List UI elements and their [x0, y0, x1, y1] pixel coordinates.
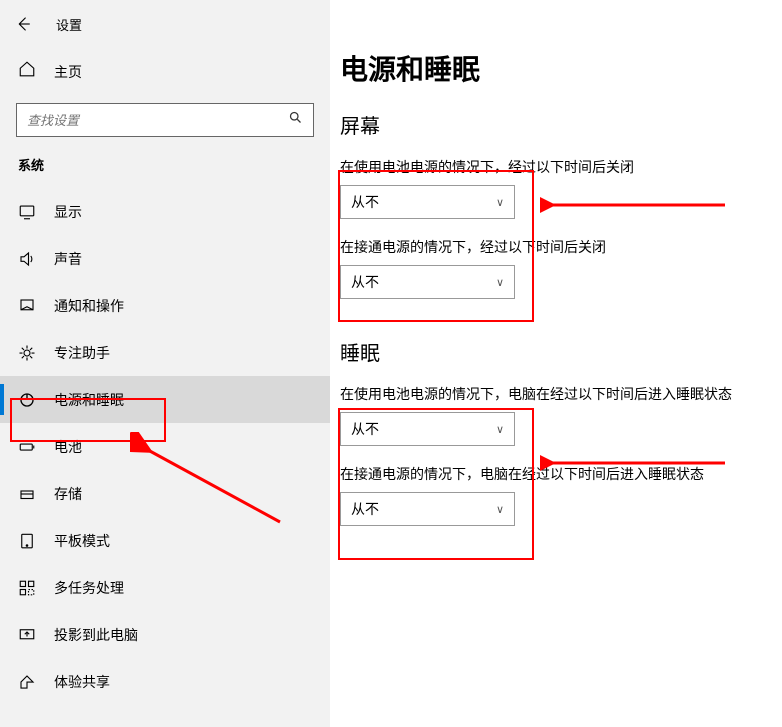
screen-plugged-label: 在接通电源的情况下，经过以下时间后关闭 [340, 237, 768, 257]
sleep-plugged-dropdown[interactable]: 从不 ∨ [340, 492, 515, 526]
nav-label: 通知和操作 [54, 296, 124, 316]
sidebar-item-display[interactable]: 显示 [0, 188, 330, 235]
sidebar-item-focus[interactable]: 专注助手 [0, 329, 330, 376]
tablet-icon [18, 532, 36, 550]
screen-plugged-dropdown[interactable]: 从不 ∨ [340, 265, 515, 299]
sleep-plugged-label: 在接通电源的情况下，电脑在经过以下时间后进入睡眠状态 [340, 464, 768, 484]
notification-icon [18, 297, 36, 315]
sidebar: 设置 主页 系统 显示 声音 通知和操作 专注助手 电源和睡眠 电池 [0, 0, 330, 727]
sidebar-item-project[interactable]: 投影到此电脑 [0, 611, 330, 658]
nav-label: 声音 [54, 249, 82, 269]
sleep-heading: 睡眠 [340, 337, 768, 366]
search-icon [288, 110, 303, 130]
battery-icon [18, 438, 36, 456]
chevron-down-icon: ∨ [496, 423, 504, 436]
search-input[interactable] [16, 103, 314, 137]
home-label: 主页 [54, 62, 82, 82]
sidebar-item-sound[interactable]: 声音 [0, 235, 330, 282]
page-title: 电源和睡眠 [340, 48, 768, 88]
sleep-battery-label: 在使用电池电源的情况下，电脑在经过以下时间后进入睡眠状态 [340, 384, 768, 404]
dropdown-value: 从不 [351, 272, 379, 292]
dropdown-value: 从不 [351, 192, 379, 212]
section-header: 系统 [0, 155, 330, 188]
nav-label: 电源和睡眠 [54, 390, 124, 410]
topbar: 设置 [0, 0, 330, 48]
screen-heading: 屏幕 [340, 110, 768, 139]
multitask-icon [18, 579, 36, 597]
focus-icon [18, 344, 36, 362]
chevron-down-icon: ∨ [496, 276, 504, 289]
power-icon [18, 391, 36, 409]
chevron-down-icon: ∨ [496, 196, 504, 209]
sidebar-item-share[interactable]: 体验共享 [0, 658, 330, 705]
nav-label: 存储 [54, 484, 82, 504]
dropdown-value: 从不 [351, 499, 379, 519]
sidebar-home[interactable]: 主页 [0, 48, 330, 95]
sleep-battery-dropdown[interactable]: 从不 ∨ [340, 412, 515, 446]
project-icon [18, 626, 36, 644]
screen-battery-label: 在使用电池电源的情况下，经过以下时间后关闭 [340, 157, 768, 177]
storage-icon [18, 485, 36, 503]
sidebar-item-power[interactable]: 电源和睡眠 [0, 376, 330, 423]
content: 电源和睡眠 屏幕 在使用电池电源的情况下，经过以下时间后关闭 从不 ∨ 在接通电… [340, 48, 768, 526]
share-icon [18, 673, 36, 691]
app-title: 设置 [56, 15, 82, 34]
dropdown-value: 从不 [351, 419, 379, 439]
back-icon[interactable] [14, 15, 32, 33]
nav-label: 电池 [54, 437, 82, 457]
display-icon [18, 203, 36, 221]
nav-label: 多任务处理 [54, 578, 124, 598]
sound-icon [18, 250, 36, 268]
nav-label: 平板模式 [54, 531, 110, 551]
sidebar-item-multitask[interactable]: 多任务处理 [0, 564, 330, 611]
sidebar-item-battery[interactable]: 电池 [0, 423, 330, 470]
home-icon [18, 60, 36, 83]
screen-battery-dropdown[interactable]: 从不 ∨ [340, 185, 515, 219]
nav-label: 体验共享 [54, 672, 110, 692]
sidebar-item-tablet[interactable]: 平板模式 [0, 517, 330, 564]
nav-label: 投影到此电脑 [54, 625, 138, 645]
chevron-down-icon: ∨ [496, 503, 504, 516]
sidebar-item-notifications[interactable]: 通知和操作 [0, 282, 330, 329]
search-field[interactable] [27, 113, 288, 128]
nav-label: 显示 [54, 202, 82, 222]
nav-label: 专注助手 [54, 343, 110, 363]
sidebar-item-storage[interactable]: 存储 [0, 470, 330, 517]
